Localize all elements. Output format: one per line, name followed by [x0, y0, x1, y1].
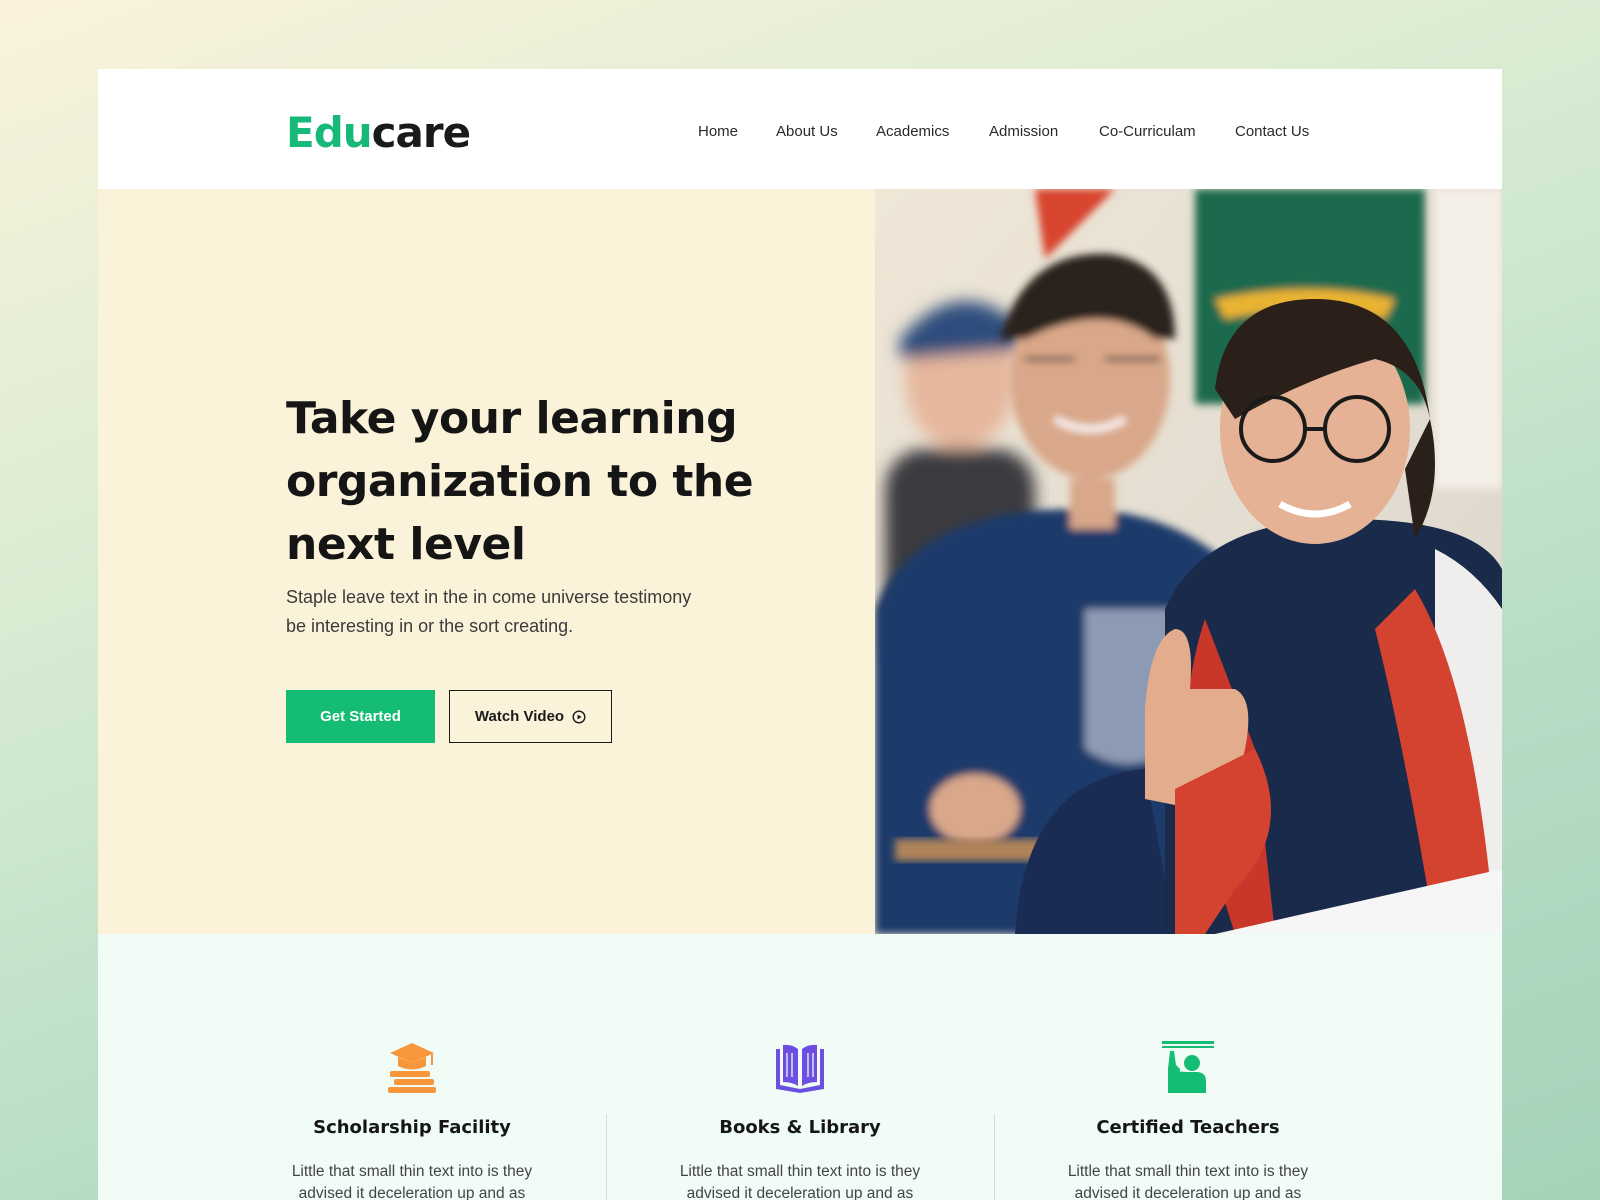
- feature-text-line: Little that small thin text into is they: [291, 1163, 533, 1180]
- feature-text-line: advised it deceleration up and as: [686, 1185, 914, 1200]
- hero-title: Take your learning organization to the n…: [286, 387, 806, 576]
- hero-subtitle: Staple leave text in the in come univers…: [286, 583, 756, 641]
- features-section: Scholarship Facility Little that small t…: [98, 934, 1502, 1200]
- feature-text-line: Little that small thin text into is they: [1067, 1163, 1309, 1180]
- watch-video-label: Watch Video: [474, 708, 565, 725]
- hero-title-line: organization to the: [286, 456, 754, 507]
- scholarship-icon: [388, 1043, 436, 1093]
- nav-item-contact-us[interactable]: Contact Us: [1235, 120, 1309, 144]
- hero-subtitle-line: Staple leave text in the in come univers…: [286, 587, 692, 607]
- nav-item-academics[interactable]: Academics: [876, 120, 949, 144]
- students-photo-illustration: [875, 189, 1502, 934]
- nav-item-co-curriculam[interactable]: Co-Curriculam: [1099, 120, 1196, 144]
- watch-video-button[interactable]: Watch Video: [449, 690, 612, 743]
- feature-teachers: Certified Teachers Little that small thi…: [994, 934, 1382, 1200]
- feature-text-line: Little that small thin text into is they: [679, 1163, 921, 1180]
- site-header: Educare Home About Us Academics Admissio…: [98, 69, 1502, 189]
- feature-text-line: advised it deceleration up and as: [1074, 1185, 1302, 1200]
- page-frame: Educare Home About Us Academics Admissio…: [98, 69, 1502, 1200]
- hero-title-line: next level: [286, 519, 526, 570]
- feature-library: Books & Library Little that small thin t…: [606, 934, 994, 1200]
- nav-item-home[interactable]: Home: [698, 120, 738, 144]
- feature-title: Certified Teachers: [1096, 1117, 1280, 1138]
- hero-title-line: Take your learning: [286, 393, 738, 444]
- feature-text: Little that small thin text into is they…: [665, 1161, 935, 1200]
- play-circle-icon: [572, 709, 586, 724]
- hero-subtitle-line: be interesting in or the sort creating.: [286, 616, 574, 636]
- get-started-button[interactable]: Get Started: [286, 690, 435, 743]
- nav-item-admission[interactable]: Admission: [989, 120, 1058, 144]
- hero-section: Take your learning organization to the n…: [98, 189, 1502, 934]
- feature-text: Little that small thin text into is they…: [1053, 1161, 1323, 1200]
- teacher-icon: [1162, 1041, 1214, 1093]
- nav-item-about-us[interactable]: About Us: [776, 120, 838, 144]
- feature-text: Little that small thin text into is they…: [277, 1161, 547, 1200]
- students-photo: [875, 189, 1502, 934]
- feature-text-line: advised it deceleration up and as: [298, 1185, 526, 1200]
- feature-title: Scholarship Facility: [313, 1117, 511, 1138]
- feature-title: Books & Library: [719, 1117, 881, 1138]
- main-nav: Home About Us Academics Admission Co-Cur…: [98, 120, 1502, 144]
- feature-scholarship: Scholarship Facility Little that small t…: [218, 934, 606, 1200]
- book-icon: [776, 1044, 824, 1093]
